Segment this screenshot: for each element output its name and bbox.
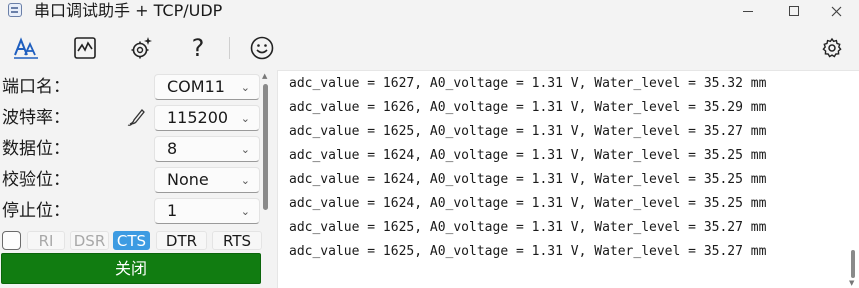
signal-lines: RI DSR CTS DTR RTS [0, 230, 262, 250]
smiley-icon [250, 36, 274, 60]
log-line: adc_value = 1624, A0_voltage = 1.31 V, W… [289, 196, 767, 211]
close-window-button[interactable] [813, 0, 859, 22]
minimize-button[interactable] [725, 0, 771, 22]
databits-label: 数据位： [2, 139, 70, 159]
databits-select[interactable]: 8 ⌄ [154, 136, 260, 162]
maximize-button[interactable] [771, 0, 817, 22]
window-title: 串口调试助手 + TCP/UDP [34, 1, 223, 20]
parity-row: 校验位： None ⌄ [0, 165, 262, 193]
baud-value: 115200 [167, 108, 229, 127]
chevron-down-icon: ⌄ [240, 205, 250, 218]
log-line: adc_value = 1626, A0_voltage = 1.31 V, W… [289, 100, 767, 115]
log-line: adc_value = 1627, A0_voltage = 1.31 V, W… [289, 76, 767, 91]
parity-label: 校验位： [2, 170, 70, 190]
databits-value: 8 [167, 139, 178, 158]
serial-settings-panel: 端口名： COM11 ⌄ 波特率： 115200 ⌄ 数据位： 8 ⌄ 校验位：… [0, 70, 275, 288]
title-bar: 串口调试助手 + TCP/UDP [0, 0, 859, 22]
cts-indicator: CTS [113, 231, 150, 250]
toolbar: ? [0, 28, 859, 66]
toolbar-separator [229, 37, 230, 59]
font-icon [14, 37, 38, 59]
parity-value: None [167, 170, 209, 189]
log-line: adc_value = 1625, A0_voltage = 1.31 V, W… [289, 244, 767, 259]
close-icon [831, 6, 841, 16]
ri-indicator: RI [27, 231, 65, 250]
stopbits-row: 停止位： 1 ⌄ [0, 196, 262, 224]
magic-settings-icon [131, 37, 152, 59]
waveform-icon [74, 37, 96, 59]
databits-row: 数据位： 8 ⌄ [0, 134, 262, 162]
magic-settings-button[interactable] [128, 34, 156, 62]
serial-port-icon [8, 3, 22, 17]
help-button[interactable]: ? [184, 34, 212, 62]
settings-scrollbar[interactable] [263, 84, 268, 210]
chevron-down-icon: ⌄ [240, 112, 250, 125]
font-button[interactable] [12, 34, 40, 62]
baud-label: 波特率： [2, 108, 70, 128]
close-port-button[interactable]: 关闭 [1, 253, 261, 284]
dsr-indicator: DSR [70, 231, 109, 250]
log-line: adc_value = 1625, A0_voltage = 1.31 V, W… [289, 124, 767, 139]
gear-icon [822, 37, 842, 58]
maximize-icon [789, 6, 799, 16]
chevron-down-icon: ⌄ [240, 174, 250, 187]
stopbits-label: 停止位： [2, 201, 70, 221]
pen-icon[interactable] [126, 105, 148, 127]
log-line: adc_value = 1624, A0_voltage = 1.31 V, W… [289, 148, 767, 163]
log-line: adc_value = 1625, A0_voltage = 1.31 V, W… [289, 220, 767, 235]
signal-checkbox[interactable] [2, 231, 21, 250]
minimize-icon [743, 10, 753, 12]
port-row: 端口名： COM11 ⌄ [0, 72, 262, 100]
help-icon: ? [191, 34, 205, 62]
baud-row: 波特率： 115200 ⌄ [0, 103, 262, 131]
dtr-button[interactable]: DTR [156, 231, 207, 250]
waveform-button[interactable] [71, 34, 99, 62]
rts-button[interactable]: RTS [212, 231, 262, 250]
log-line: adc_value = 1624, A0_voltage = 1.31 V, W… [289, 172, 767, 187]
receive-log[interactable]: adc_value = 1627, A0_voltage = 1.31 V, W… [277, 70, 859, 288]
parity-select[interactable]: None ⌄ [154, 167, 260, 193]
port-select[interactable]: COM11 ⌄ [154, 74, 260, 100]
port-value: COM11 [167, 77, 225, 96]
stopbits-value: 1 [167, 201, 178, 220]
chevron-down-icon: ⌄ [240, 143, 250, 156]
port-label: 端口名： [2, 77, 70, 97]
baud-select[interactable]: 115200 ⌄ [154, 105, 260, 131]
scroll-up-icon[interactable]: ▲ [262, 72, 267, 80]
scroll-down-icon[interactable]: ▼ [849, 279, 854, 287]
smiley-button[interactable] [248, 34, 276, 62]
log-scrollbar[interactable] [851, 250, 855, 278]
settings-button[interactable] [818, 34, 846, 62]
chevron-down-icon: ⌄ [240, 81, 250, 94]
stopbits-select[interactable]: 1 ⌄ [154, 198, 260, 224]
